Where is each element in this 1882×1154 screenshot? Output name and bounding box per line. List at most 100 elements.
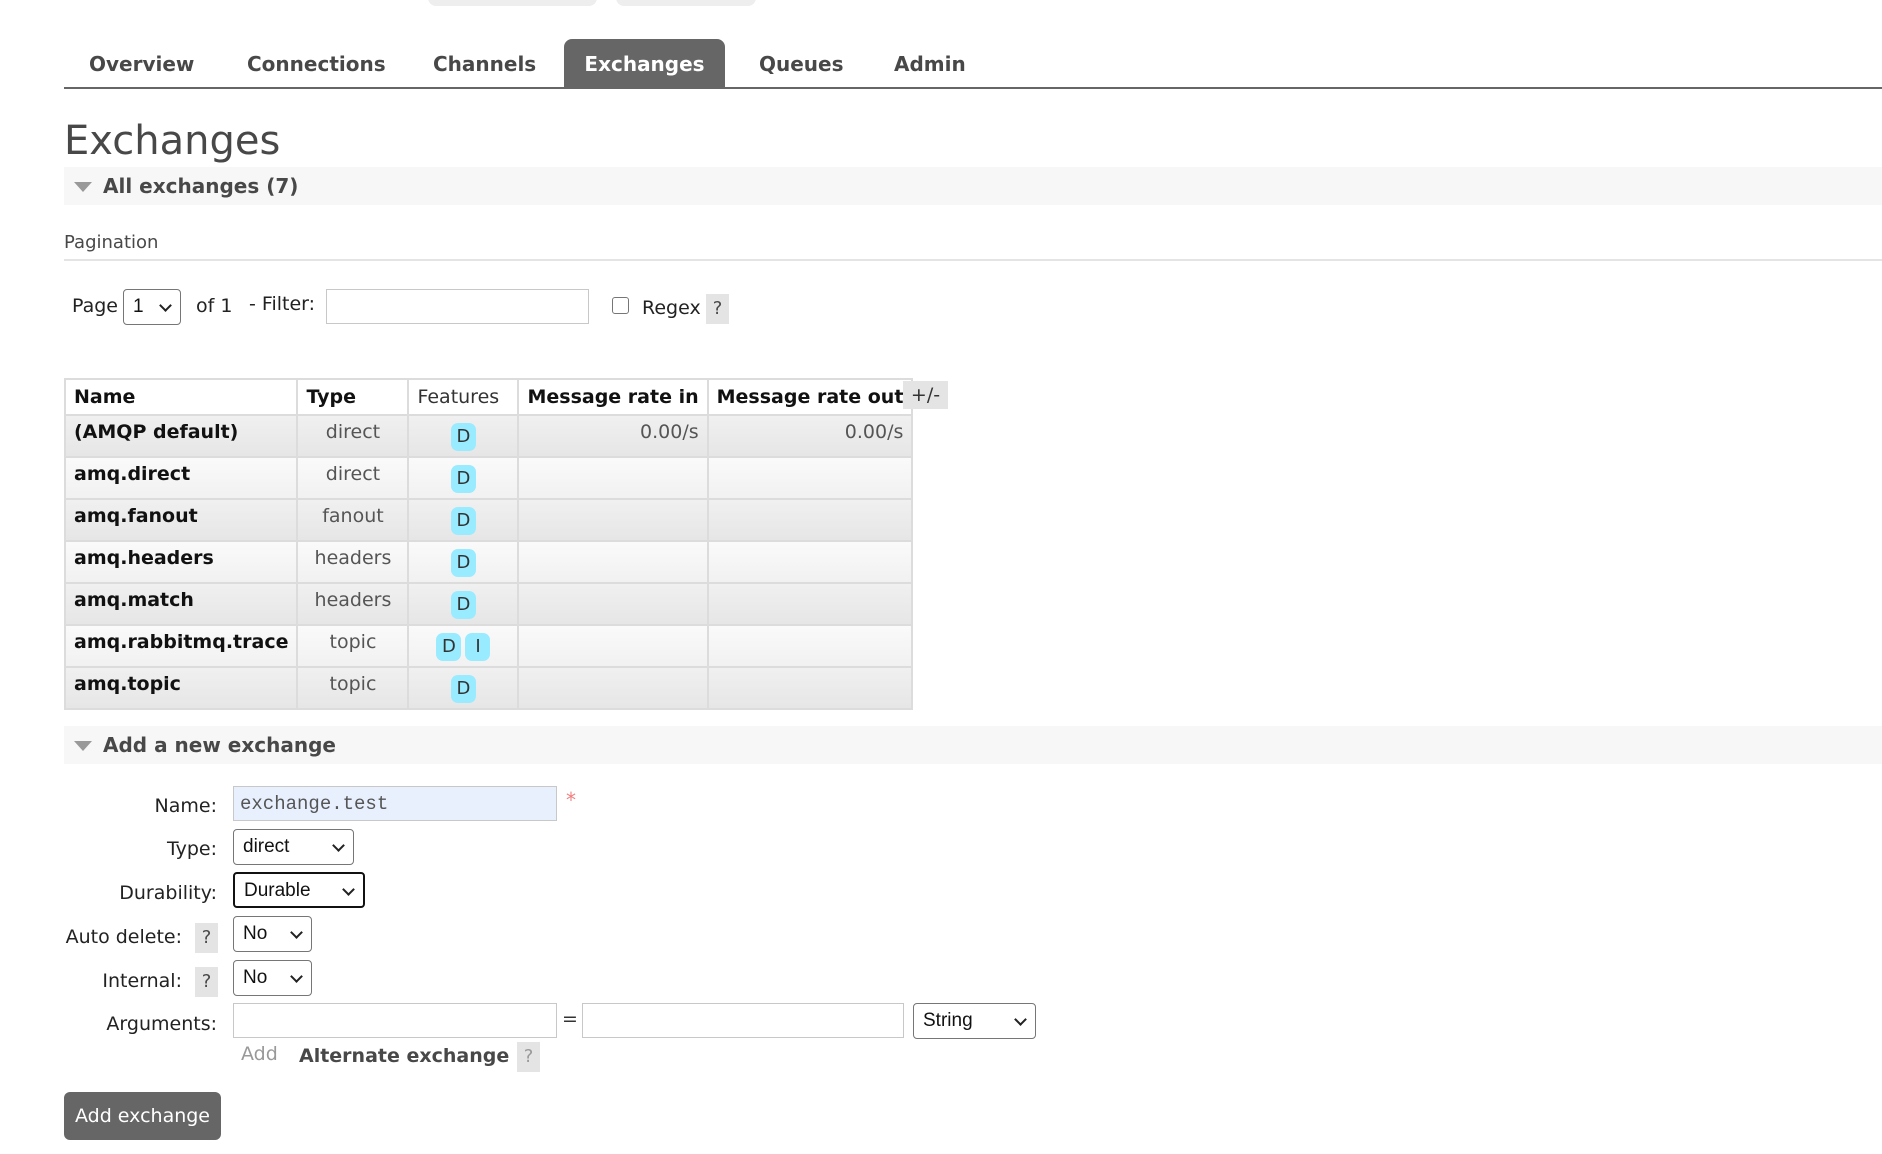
rate-out (706, 624, 914, 668)
exchange-type-value: direct (243, 836, 290, 857)
durability-select[interactable]: Durable (233, 872, 365, 908)
durable-badge: D (436, 633, 462, 661)
type-label: Type: (166, 838, 217, 860)
column-header-name[interactable]: Name (63, 378, 299, 416)
tab-channels[interactable]: Channels (409, 39, 560, 87)
regex-checkbox[interactable] (612, 297, 629, 314)
internal-select[interactable]: No (233, 960, 312, 996)
alternate-exchange-help-button[interactable]: ? (517, 1042, 540, 1072)
exchange-name-link[interactable]: amq.headers (63, 540, 299, 584)
page-title: Exchanges (64, 118, 281, 164)
exchange-name-link[interactable]: amq.topic (63, 666, 299, 710)
table-row: amq.match headers D (63, 582, 914, 626)
add-argument-link[interactable]: Add (241, 1043, 278, 1065)
rate-out (706, 666, 914, 710)
auto-delete-select[interactable]: No (233, 916, 312, 952)
filter-input[interactable] (326, 289, 589, 324)
exchange-features: D (407, 498, 520, 542)
chevron-down-icon (332, 839, 345, 852)
add-exchange-button[interactable]: Add exchange (64, 1092, 221, 1140)
column-header-rate-out[interactable]: Message rate out (706, 378, 914, 416)
argument-value-input[interactable] (582, 1003, 904, 1038)
table-row: amq.topic topic D (63, 666, 914, 710)
exchange-type: fanout (296, 498, 410, 542)
rate-out (706, 498, 914, 542)
exchange-name-link[interactable]: (AMQP default) (63, 414, 299, 458)
exchange-features: DI (407, 624, 520, 668)
internal-value: No (243, 967, 268, 988)
exchange-type: topic (296, 624, 410, 668)
toggle-columns-button[interactable]: +/- (903, 381, 948, 409)
exchange-features: D (407, 582, 520, 626)
argument-type-value: String (923, 1010, 973, 1031)
durable-badge: D (450, 675, 476, 703)
all-exchanges-title: All exchanges (7) (103, 174, 299, 198)
rate-in (517, 582, 709, 626)
internal-label: Internal: (102, 970, 182, 992)
equals-sign: = (562, 1008, 578, 1030)
pagination-heading: Pagination (64, 232, 159, 253)
rate-in (517, 666, 709, 710)
durable-badge: D (450, 549, 476, 577)
page-select-value: 1 (133, 296, 144, 317)
column-header-rate-in[interactable]: Message rate in (517, 378, 709, 416)
tab-overview[interactable]: Overview (65, 39, 218, 87)
page-count: of 1 (196, 295, 233, 317)
tab-connections[interactable]: Connections (223, 39, 410, 87)
chevron-down-icon (290, 970, 303, 983)
add-exchange-title: Add a new exchange (103, 733, 336, 757)
rate-in (517, 456, 709, 500)
rate-in (517, 498, 709, 542)
auto-delete-help-button[interactable]: ? (195, 923, 218, 953)
exchange-name-link[interactable]: amq.rabbitmq.trace (63, 624, 299, 668)
exchange-type: direct (296, 414, 410, 458)
exchange-name-link[interactable]: amq.fanout (63, 498, 299, 542)
durable-badge: D (450, 591, 476, 619)
exchanges-table: Name Type Features Message rate in Messa… (63, 378, 914, 710)
rate-out (706, 540, 914, 584)
table-header-row: Name Type Features Message rate in Messa… (63, 378, 914, 416)
durable-badge: D (450, 507, 476, 535)
internal-help-button[interactable]: ? (195, 967, 218, 997)
exchange-name-input[interactable]: exchange.test (233, 786, 557, 821)
rate-out (706, 456, 914, 500)
rate-in: 0.00/s (517, 414, 709, 458)
column-header-type[interactable]: Type (296, 378, 410, 416)
alternate-exchange-link[interactable]: Alternate exchange (299, 1045, 509, 1067)
argument-key-input[interactable] (233, 1003, 557, 1038)
table-row: amq.direct direct D (63, 456, 914, 500)
tab-queues[interactable]: Queues (735, 39, 868, 87)
durable-badge: D (450, 465, 476, 493)
top-button-partial[interactable] (428, 0, 597, 6)
exchange-features: D (407, 414, 520, 458)
rate-out (706, 582, 914, 626)
add-exchange-section-toggle[interactable]: Add a new exchange (64, 726, 1882, 764)
exchange-features: D (407, 666, 520, 710)
exchange-type: headers (296, 540, 410, 584)
page-select[interactable]: 1 (123, 289, 181, 325)
page-label: Page (72, 295, 118, 317)
regex-help-button[interactable]: ? (706, 294, 729, 324)
argument-type-select[interactable]: String (913, 1003, 1036, 1039)
rate-out: 0.00/s (706, 414, 914, 458)
table-row: amq.rabbitmq.trace topic DI (63, 624, 914, 668)
exchange-type-select[interactable]: direct (233, 829, 354, 865)
auto-delete-label: Auto delete: (65, 926, 182, 948)
all-exchanges-section-toggle[interactable]: All exchanges (7) (64, 167, 1882, 205)
exchange-features: D (407, 456, 520, 500)
tab-exchanges[interactable]: Exchanges (564, 39, 725, 87)
chevron-down-icon (159, 299, 172, 312)
exchange-name-link[interactable]: amq.direct (63, 456, 299, 500)
exchange-name-link[interactable]: amq.match (63, 582, 299, 626)
tab-admin[interactable]: Admin (870, 39, 990, 87)
rate-in (517, 540, 709, 584)
filter-label: - Filter: (249, 293, 316, 315)
exchange-type: topic (296, 666, 410, 710)
chevron-down-icon (342, 883, 355, 896)
collapse-triangle-icon (74, 182, 92, 192)
chevron-down-icon (290, 926, 303, 939)
top-button-partial[interactable] (616, 0, 756, 6)
durable-badge: D (450, 423, 476, 451)
chevron-down-icon (1014, 1013, 1027, 1026)
name-label: Name: (154, 795, 217, 817)
